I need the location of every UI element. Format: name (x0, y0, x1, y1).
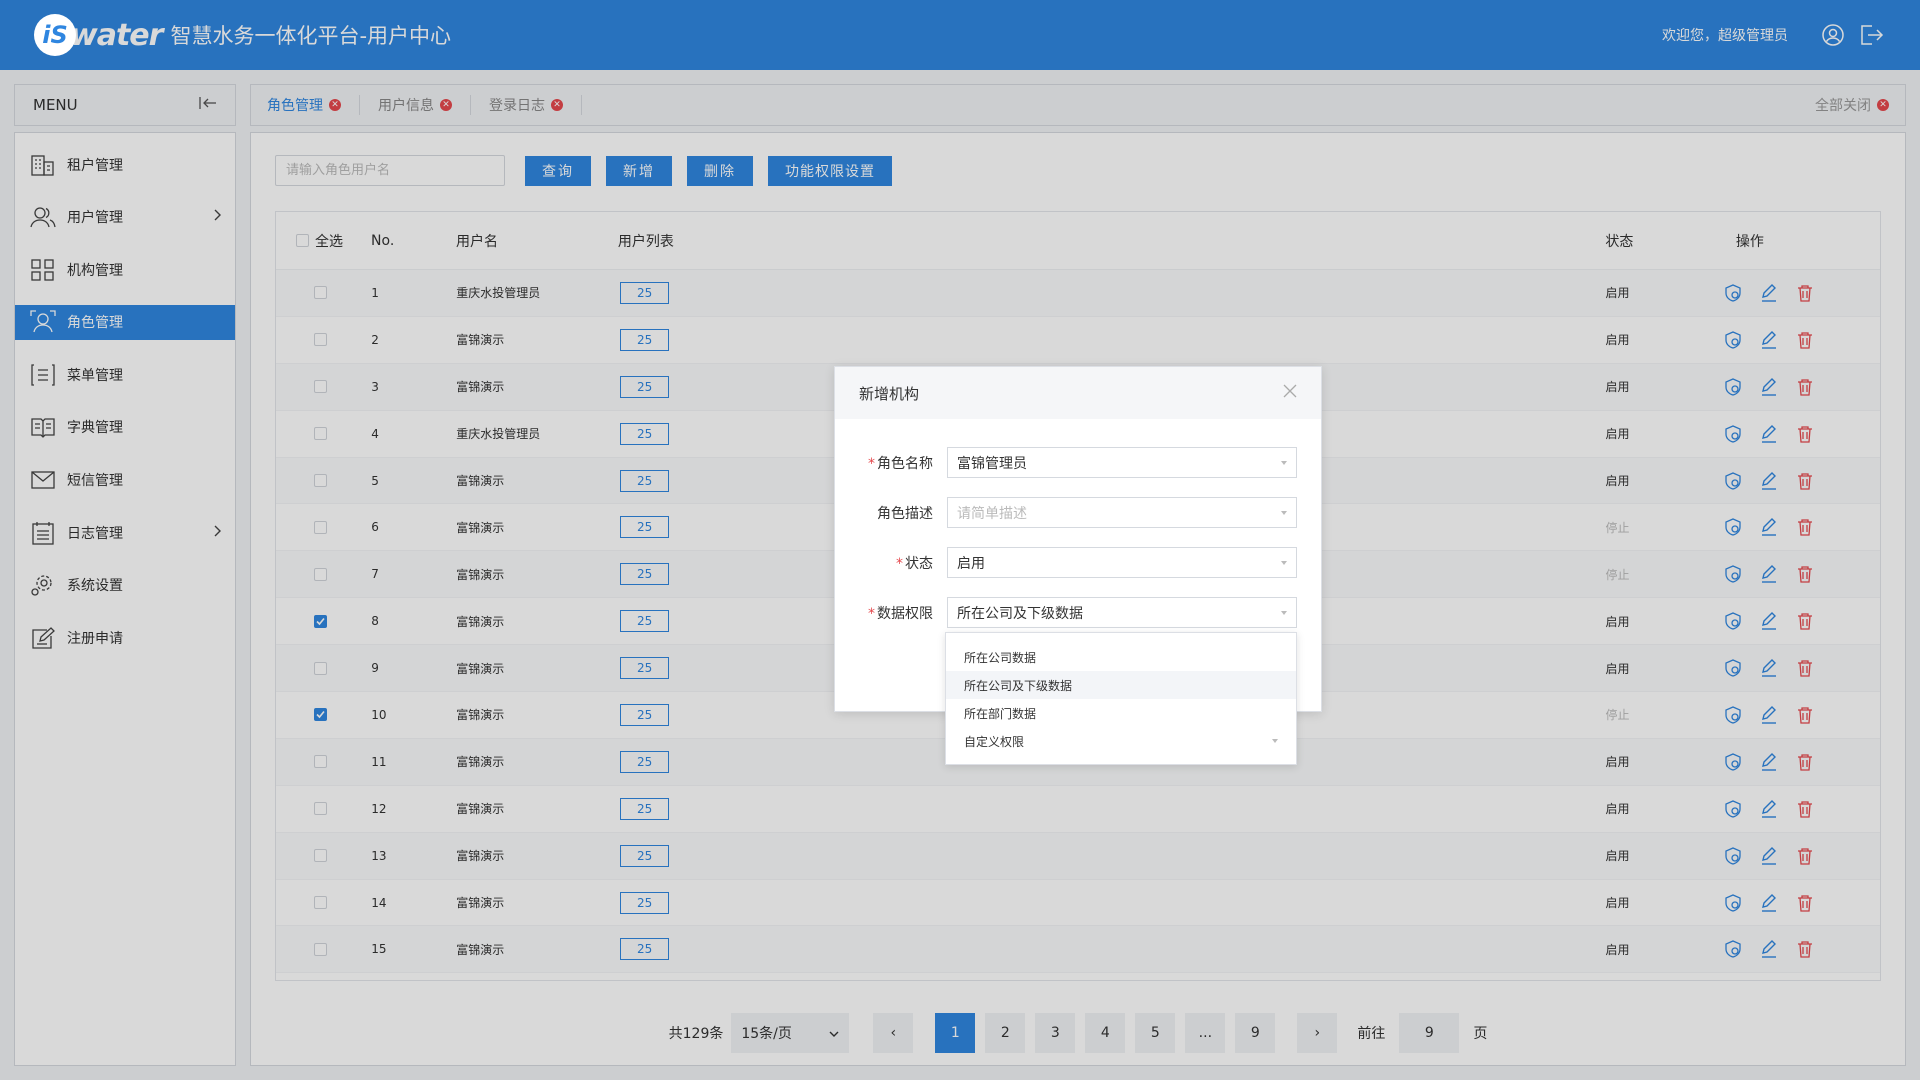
caret-down-icon (1281, 460, 1287, 465)
role-desc-input[interactable]: 请简单描述 (947, 497, 1297, 528)
required-mark: * (896, 555, 903, 572)
modal-header: 新增机构 (835, 367, 1321, 419)
role-name-label: 角色名称 (877, 455, 933, 472)
dropdown-option[interactable]: 所在部门数据 (946, 699, 1296, 727)
dropdown-option[interactable]: 所在公司数据 (946, 643, 1296, 671)
role-desc-placeholder: 请简单描述 (957, 505, 1027, 522)
caret-down-icon (1281, 560, 1287, 565)
role-desc-label: 角色描述 (877, 505, 933, 522)
logo-mark: iS (34, 14, 76, 56)
role-name-select[interactable]: 富锦管理员 (947, 447, 1297, 478)
dropdown-option[interactable]: 所在公司及下级数据 (946, 671, 1296, 699)
close-icon[interactable] (1283, 384, 1297, 402)
data-permission-select[interactable]: 所在公司及下级数据 (947, 597, 1297, 628)
data-permission-value: 所在公司及下级数据 (957, 605, 1083, 622)
role-name-value: 富锦管理员 (957, 455, 1027, 472)
dropdown-option[interactable]: 自定义权限 (946, 727, 1296, 755)
required-mark: * (868, 605, 875, 622)
caret-down-icon (1272, 739, 1278, 743)
form-row-data-permission: * 数据权限 所在公司及下级数据 (835, 597, 1321, 628)
data-permission-dropdown: 所在公司数据 所在公司及下级数据 所在部门数据 自定义权限 (945, 632, 1297, 765)
form-row-role-desc: 角色描述 请简单描述 (835, 497, 1321, 528)
data-permission-label: 数据权限 (877, 605, 933, 622)
caret-down-icon (1281, 610, 1287, 615)
status-value: 启用 (957, 555, 985, 572)
status-label: 状态 (905, 555, 933, 572)
caret-down-icon (1281, 510, 1287, 515)
form-row-status: * 状态 启用 (835, 547, 1321, 578)
status-select[interactable]: 启用 (947, 547, 1297, 578)
required-mark: * (868, 455, 875, 472)
modal-title: 新增机构 (859, 384, 920, 403)
form-row-role-name: * 角色名称 富锦管理员 (835, 447, 1321, 478)
